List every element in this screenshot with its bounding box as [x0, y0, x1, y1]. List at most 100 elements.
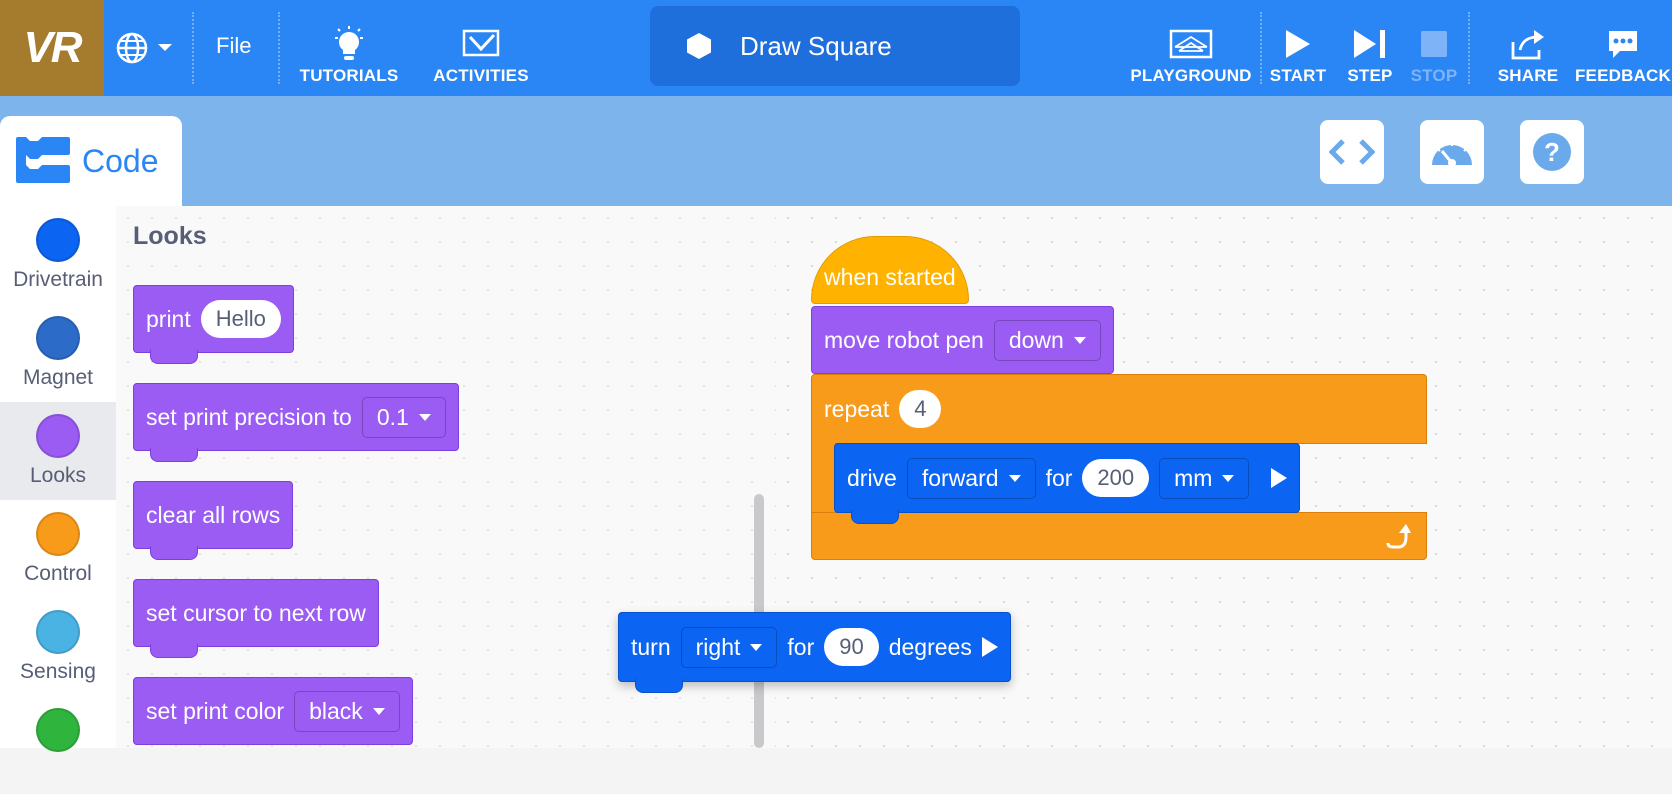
share-button[interactable]: SHARE	[1492, 12, 1564, 86]
loop-arrow-icon	[1386, 524, 1411, 549]
start-label: START	[1269, 66, 1327, 85]
dropdown-value: forward	[921, 464, 999, 491]
repeat-block-arm	[811, 442, 835, 514]
category-drivetrain[interactable]: Drivetrain	[0, 206, 116, 304]
language-menu-button[interactable]	[116, 28, 180, 68]
vr-logo[interactable]: VR	[0, 0, 104, 96]
flyout-section-title: Looks	[133, 222, 207, 250]
print-block[interactable]: print Hello	[133, 285, 294, 364]
block-label: degrees	[888, 633, 972, 660]
play-arrow-icon[interactable]	[1271, 468, 1288, 488]
file-menu[interactable]: File	[216, 33, 251, 59]
help-button[interactable]: ?	[1520, 120, 1584, 184]
divider	[1260, 12, 1262, 84]
tutorials-label: TUTORIALS	[299, 66, 399, 85]
block-label: set print precision to	[146, 403, 352, 430]
caret-down-icon	[1222, 474, 1235, 482]
category-menu: Drivetrain Magnet Looks Control Sensing	[0, 206, 116, 752]
activities-icon	[462, 29, 500, 57]
code-tab[interactable]: Code	[0, 116, 182, 206]
project-name: Draw Square	[740, 30, 892, 61]
repeat-block[interactable]: repeat 4	[811, 374, 1427, 444]
block-label: clear all rows	[146, 501, 281, 528]
pen-dropdown[interactable]: down	[993, 319, 1101, 361]
drive-unit-dropdown[interactable]: mm	[1159, 457, 1250, 499]
hexagon-icon	[687, 33, 711, 59]
code-blocks-icon	[16, 137, 70, 183]
category-looks[interactable]: Looks	[0, 402, 116, 500]
category-label: Sensing	[20, 660, 96, 683]
block-label: for	[787, 633, 815, 660]
operators-color-dot	[36, 708, 80, 752]
stop-button[interactable]: STOP	[1402, 12, 1466, 86]
step-button[interactable]: STEP	[1338, 12, 1402, 86]
drive-for-block[interactable]: drive forward for 200 mm	[834, 443, 1301, 524]
speech-bubble-icon	[1609, 31, 1637, 58]
set-print-color-block[interactable]: set print color black	[133, 677, 413, 745]
stop-icon	[1421, 31, 1447, 57]
svg-text:?: ?	[1544, 137, 1560, 167]
repeat-count-input[interactable]: 4	[899, 390, 942, 428]
dropdown-value: down	[1008, 326, 1064, 353]
top-toolbar: VR File TUTORIALS ACTIVITIES Draw Square…	[0, 0, 1672, 96]
code-tab-label: Code	[82, 142, 159, 179]
category-operators[interactable]	[0, 696, 116, 794]
code-brackets-icon	[1329, 139, 1375, 165]
share-icon	[1511, 30, 1544, 60]
drive-distance-input[interactable]: 200	[1082, 459, 1150, 497]
clear-all-rows-block[interactable]: clear all rows	[133, 481, 294, 560]
category-label: Control	[24, 562, 92, 585]
set-print-precision-block[interactable]: set print precision to 0.1	[133, 383, 459, 462]
print-text-input[interactable]: Hello	[200, 300, 281, 338]
block-notch	[150, 448, 198, 462]
category-label: Drivetrain	[13, 268, 103, 291]
code-viewer-button[interactable]	[1320, 120, 1384, 184]
move-robot-pen-block[interactable]: move robot pen down	[811, 306, 1114, 374]
block-label: drive	[847, 464, 897, 491]
block-label: print	[146, 305, 191, 332]
playground-label: PLAYGROUND	[1130, 66, 1252, 85]
tutorials-button[interactable]: TUTORIALS	[294, 12, 404, 86]
dropdown-value: mm	[1174, 464, 1213, 491]
dropdown-value: black	[309, 697, 363, 724]
block-label: turn	[631, 633, 671, 660]
looks-color-dot	[36, 414, 80, 458]
playground-button[interactable]: PLAYGROUND	[1126, 12, 1256, 86]
caret-down-icon	[1073, 336, 1086, 344]
precision-dropdown[interactable]: 0.1	[361, 396, 446, 438]
caret-down-icon	[418, 413, 431, 421]
caret-down-icon	[372, 707, 385, 715]
category-sensing[interactable]: Sensing	[0, 598, 116, 696]
control-color-dot	[36, 512, 80, 556]
block-label: set cursor to next row	[146, 599, 366, 626]
category-magnet[interactable]: Magnet	[0, 304, 116, 402]
block-label: for	[1045, 464, 1073, 491]
block-notch	[150, 546, 198, 560]
repeat-block-footer	[811, 512, 1427, 560]
logo-text: VR	[23, 23, 82, 72]
stop-label: STOP	[1410, 66, 1458, 85]
caret-down-icon	[1008, 474, 1021, 482]
step-icon	[1354, 30, 1385, 58]
block-label: when started	[824, 263, 956, 290]
divider	[192, 12, 194, 84]
turn-for-block[interactable]: turn right for 90 degrees	[618, 612, 1011, 693]
block-notch	[635, 679, 683, 693]
feedback-label: FEEDBACK	[1574, 66, 1672, 85]
playground-icon	[1169, 29, 1213, 59]
turn-direction-dropdown[interactable]: right	[680, 626, 778, 668]
category-label: Looks	[29, 464, 87, 487]
project-name-field[interactable]: Draw Square	[650, 6, 1020, 86]
dashboard-button[interactable]	[1420, 120, 1484, 184]
set-cursor-next-row-block[interactable]: set cursor to next row	[133, 579, 379, 658]
start-button[interactable]: START	[1266, 12, 1330, 86]
turn-angle-input[interactable]: 90	[824, 628, 879, 666]
play-arrow-icon[interactable]	[981, 637, 998, 657]
drive-direction-dropdown[interactable]: forward	[906, 457, 1036, 499]
feedback-button[interactable]: FEEDBACK	[1574, 12, 1672, 86]
activities-button[interactable]: ACTIVITIES	[426, 12, 536, 86]
question-icon: ?	[1533, 133, 1571, 171]
print-color-dropdown[interactable]: black	[294, 690, 400, 732]
category-control[interactable]: Control	[0, 500, 116, 598]
block-notch	[851, 510, 899, 524]
